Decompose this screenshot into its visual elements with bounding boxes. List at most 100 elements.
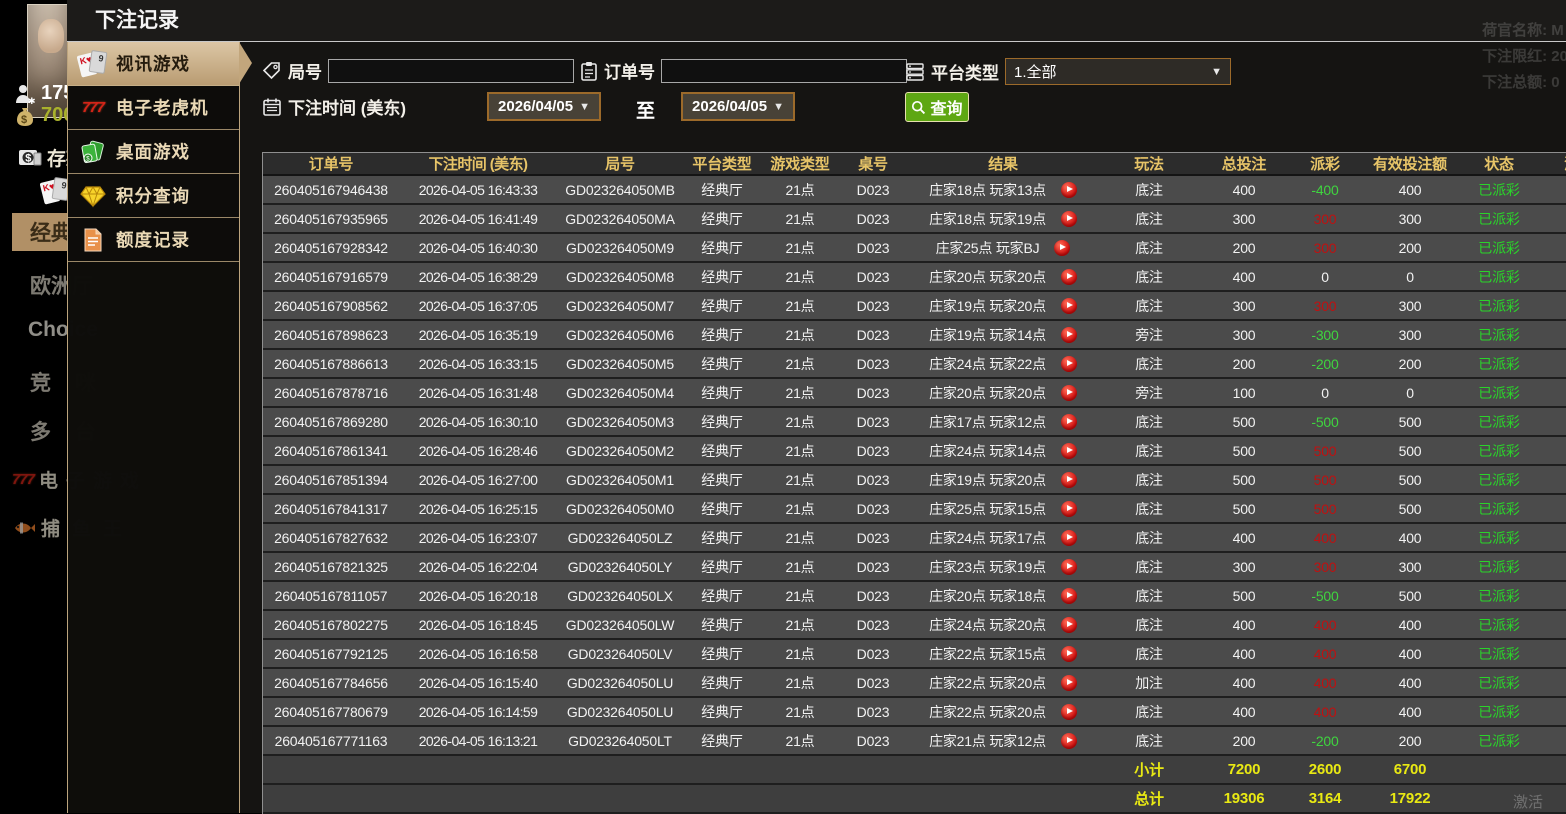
replay-button[interactable] xyxy=(1060,616,1077,633)
platform-select[interactable]: 1.全部 ▼ xyxy=(1005,58,1231,85)
sidebar-item-video-games[interactable]: K♥ 9 视讯游戏 xyxy=(68,42,252,86)
replay-button[interactable] xyxy=(1060,471,1077,488)
cell-status: 状态 xyxy=(1484,156,1514,173)
cell-play_type: 总计 xyxy=(1134,791,1164,808)
result-text: 庄家24点 玩家20点 xyxy=(929,616,1046,633)
cell-bet: 400 xyxy=(1232,616,1256,633)
replay-button[interactable] xyxy=(1060,355,1077,372)
cell-platform: 经典厅 xyxy=(701,442,743,459)
replay-button[interactable] xyxy=(1060,703,1077,720)
cell-play_type: 底注 xyxy=(1135,529,1163,546)
search-button[interactable]: 查询 xyxy=(905,92,969,122)
replay-button[interactable] xyxy=(1054,239,1071,256)
replay-button[interactable] xyxy=(1060,268,1077,285)
sidebar-item-quota-records[interactable]: 额度记录 xyxy=(68,218,239,262)
cell-bet: 400 xyxy=(1232,268,1256,285)
cell-table_no: 桌号 xyxy=(858,156,888,173)
cell-order: 订单号 xyxy=(308,156,354,173)
cell-bet: 400 xyxy=(1232,529,1256,546)
sidebar-item-slots[interactable]: 777 电子老虎机 xyxy=(68,86,239,130)
cell-time: 2026-04-05 16:41:49 xyxy=(418,210,538,227)
replay-button[interactable] xyxy=(1060,529,1077,546)
cell-play_type: 底注 xyxy=(1135,587,1163,604)
faint-dealer-name: 荷官名称: M xyxy=(1482,22,1564,39)
svg-text:$: $ xyxy=(25,152,31,164)
cell-time: 2026-04-05 16:38:29 xyxy=(418,268,538,285)
cell-payout: -200 xyxy=(1311,732,1339,749)
cell-play_type: 底注 xyxy=(1135,616,1163,633)
cell-time: 2026-04-05 16:35:19 xyxy=(418,326,538,343)
replay-button[interactable] xyxy=(1060,500,1077,517)
cell-payout: -200 xyxy=(1311,355,1339,372)
replay-button[interactable] xyxy=(1060,674,1077,691)
cell-bet: 7200 xyxy=(1227,761,1261,778)
cell-game_type: 21点 xyxy=(785,181,815,198)
cell-order: 260405167827632 xyxy=(274,529,388,546)
replay-button[interactable] xyxy=(1060,210,1077,227)
cell-result: 庄家19点 玩家20点 xyxy=(907,470,1099,490)
cell-round: GD023264050LZ xyxy=(567,529,673,546)
result-text: 庄家19点 玩家20点 xyxy=(929,471,1046,488)
cell-order: 260405167908562 xyxy=(274,297,388,314)
cell-order: 260405167792125 xyxy=(274,645,388,662)
cell-order: 260405167861341 xyxy=(274,442,388,459)
cell-table_no: D023 xyxy=(856,674,890,691)
cell-round: GD023264050MA xyxy=(565,210,675,227)
cell-payout: 0 xyxy=(1321,268,1329,285)
replay-button[interactable] xyxy=(1060,384,1077,401)
cell-round: 局号 xyxy=(605,156,635,173)
replay-button[interactable] xyxy=(1060,442,1077,459)
table-row: 260405167784656 2026-04-05 16:15:40 GD0232… xyxy=(263,669,1566,698)
cell-valid: 有效投注额 xyxy=(1372,156,1447,173)
table-row: 260405167811057 2026-04-05 16:20:18 GD0232… xyxy=(263,582,1566,611)
replay-button[interactable] xyxy=(1060,413,1077,430)
date-to-picker[interactable]: 2026/04/05 ▼ xyxy=(681,92,795,121)
cell-valid: 0 xyxy=(1406,268,1414,285)
cell-round: GD023264050M7 xyxy=(566,297,674,314)
modal-titlebar: 下注记录 xyxy=(67,0,1566,42)
cell-platform: 经典厅 xyxy=(701,645,743,662)
cell-valid: 17922 xyxy=(1389,790,1431,807)
cell-game_type: 21点 xyxy=(785,268,815,285)
cell-table_no: D023 xyxy=(856,587,890,604)
cell-bet: 200 xyxy=(1232,239,1256,256)
sidebar-item-table-games[interactable]: $ 桌面游戏 xyxy=(68,130,239,174)
cell-bet: 500 xyxy=(1232,471,1256,488)
cell-order: 260405167935965 xyxy=(274,210,388,227)
round-input[interactable] xyxy=(328,58,574,83)
cell-table_no: D023 xyxy=(856,268,890,285)
cell-valid: 200 xyxy=(1398,355,1422,372)
cell-platform: 经典厅 xyxy=(701,674,743,691)
platform-label: 平台类型 xyxy=(931,64,999,83)
bet-time-label: 下注时间 (美东) xyxy=(288,99,407,118)
slot-777-icon: 777 xyxy=(12,471,35,488)
cell-valid: 500 xyxy=(1398,500,1422,517)
cell-table_no: D023 xyxy=(856,355,890,372)
cell-valid: 300 xyxy=(1398,297,1422,314)
replay-button[interactable] xyxy=(1060,297,1077,314)
cell-game_type: 21点 xyxy=(785,326,815,343)
server-icon xyxy=(905,62,925,82)
result-text: 庄家20点 玩家20点 xyxy=(929,268,1046,285)
cell-valid: 400 xyxy=(1398,181,1422,198)
table-row: 260405167916579 2026-04-05 16:38:29 GD0232… xyxy=(263,263,1566,292)
replay-button[interactable] xyxy=(1060,326,1077,343)
replay-button[interactable] xyxy=(1060,732,1077,749)
order-input[interactable] xyxy=(661,58,907,83)
date-from-picker[interactable]: 2026/04/05 ▼ xyxy=(487,92,601,121)
cell-table_no: D023 xyxy=(856,384,890,401)
table-row: 260405167792125 2026-04-05 16:16:58 GD0232… xyxy=(263,640,1566,669)
cell-round: GD023264050M8 xyxy=(566,268,674,285)
replay-button[interactable] xyxy=(1060,181,1077,198)
cell-bet: 300 xyxy=(1232,297,1256,314)
cell-round: GD023264050LY xyxy=(567,558,673,575)
table-total-row: 总计 19306 3164 17922 xyxy=(263,785,1566,814)
table-cards-icon: $ xyxy=(79,138,107,166)
cell-round: GD023264050M3 xyxy=(566,413,674,430)
replay-button[interactable] xyxy=(1060,558,1077,575)
replay-button[interactable] xyxy=(1060,587,1077,604)
platform-select-value: 1.全部 xyxy=(1014,64,1057,81)
cell-status: 已派彩 xyxy=(1478,674,1520,691)
sidebar-item-points[interactable]: 积分查询 xyxy=(68,174,239,218)
replay-button[interactable] xyxy=(1060,645,1077,662)
